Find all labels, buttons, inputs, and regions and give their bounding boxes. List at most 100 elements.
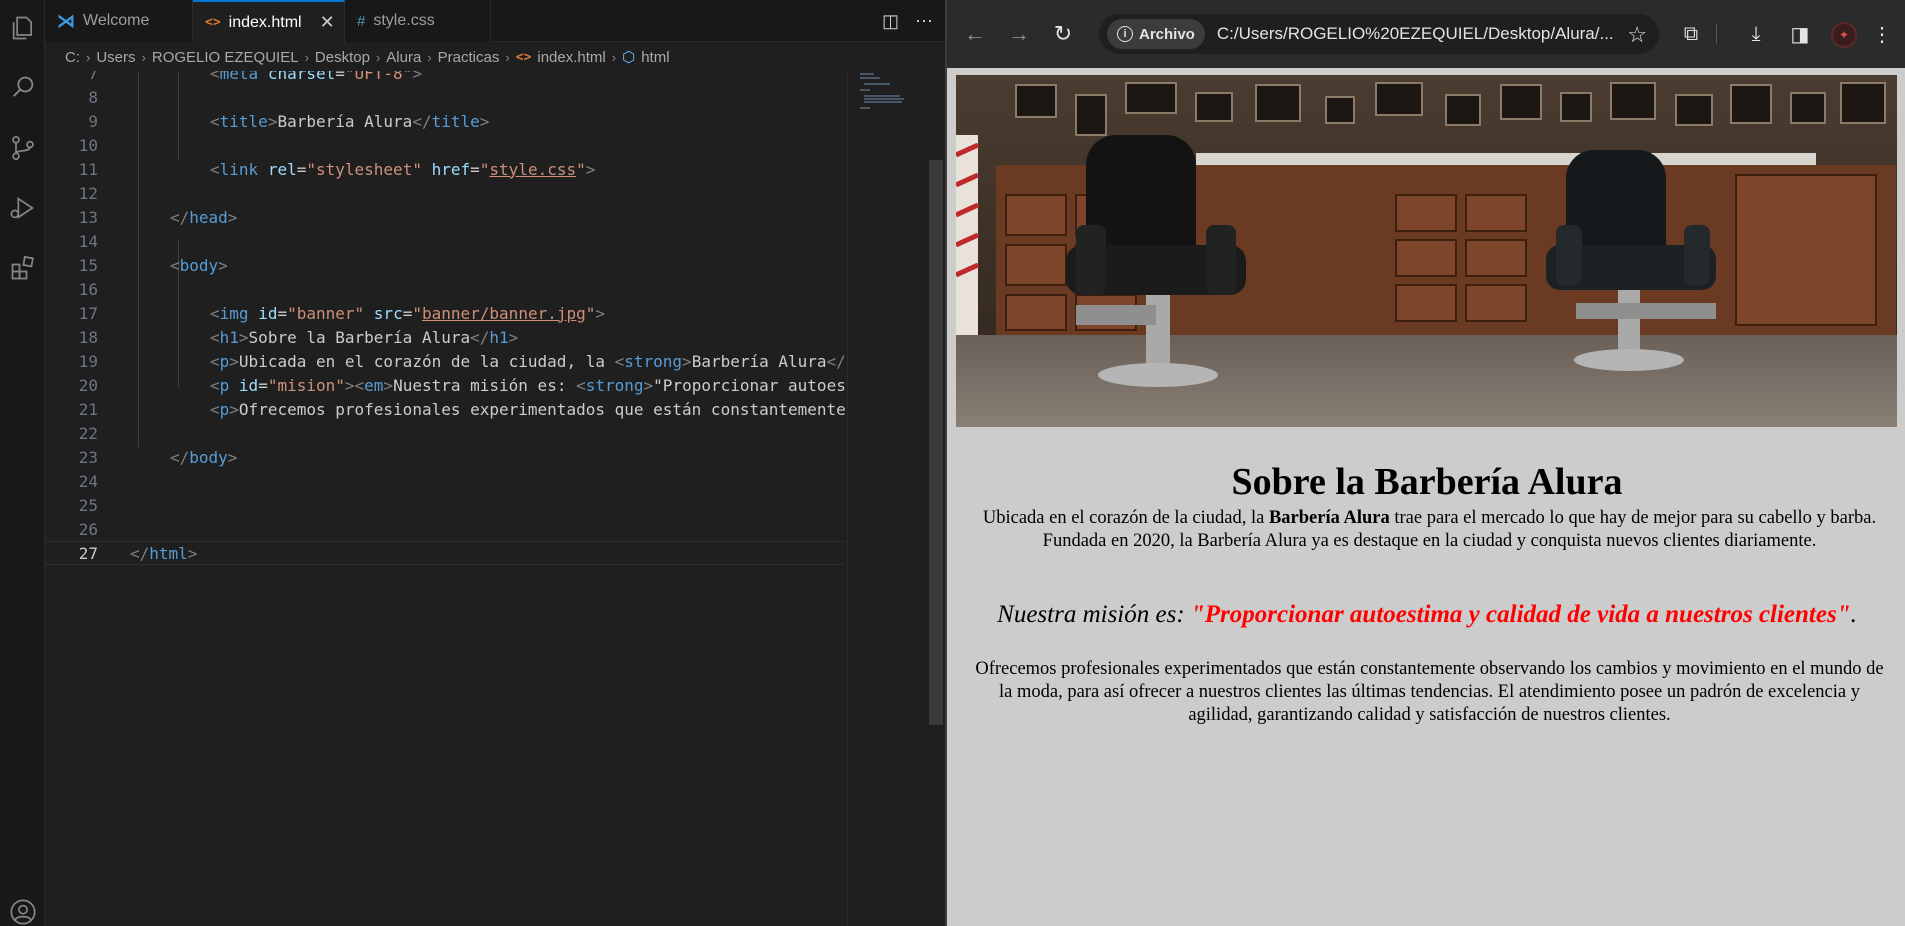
toolbar-divider bbox=[1716, 24, 1717, 44]
chevron-right-icon: › bbox=[427, 49, 432, 65]
breadcrumb-item[interactable]: Desktop bbox=[315, 49, 370, 66]
code-line: 7 <meta charset="UFT-8"> bbox=[45, 71, 845, 85]
html-file-icon: <> bbox=[205, 15, 221, 30]
chevron-right-icon: › bbox=[375, 49, 381, 65]
code-token: Ofrecemos profesionales experimentados q… bbox=[238, 399, 846, 419]
account-icon[interactable] bbox=[0, 890, 45, 926]
line-number: 25 bbox=[78, 495, 98, 515]
avatar[interactable]: ✦ bbox=[1831, 22, 1857, 48]
chevron-right-icon: › bbox=[86, 49, 91, 65]
editor-actions: ◫ ⋯ bbox=[882, 0, 933, 42]
editor-tabbar: ⋊ Welcome <> index.html ✕ # style.css ◫ … bbox=[45, 0, 945, 43]
more-actions-icon[interactable]: ⋯ bbox=[915, 11, 933, 32]
code-token: "UFT-8" bbox=[344, 71, 413, 83]
line-number: 8 bbox=[88, 87, 98, 107]
browser-window: ← → ↻ i Archivo C:/Users/ROGELIO%20EZEQU… bbox=[945, 0, 1905, 926]
chevron-right-icon: › bbox=[141, 49, 146, 65]
tab-style-css[interactable]: # style.css bbox=[345, 0, 491, 42]
explorer-icon[interactable] bbox=[0, 6, 45, 50]
line-number: 22 bbox=[78, 423, 98, 443]
site-info-chip[interactable]: i Archivo bbox=[1107, 19, 1205, 49]
breadcrumb-item[interactable]: index.html bbox=[537, 49, 605, 66]
info-icon: i bbox=[1117, 26, 1133, 42]
code-line: 20 <p id="mision"><em>Nuestra misión es: … bbox=[45, 373, 856, 397]
code-line: 15 <body> bbox=[45, 253, 845, 277]
line-number: 9 bbox=[88, 111, 98, 131]
breadcrumb-item[interactable]: ROGELIO EZEQUIEL bbox=[152, 49, 299, 66]
vscode-icon: ⋊ bbox=[57, 10, 75, 31]
bookmark-star-icon[interactable]: ☆ bbox=[1627, 22, 1647, 48]
line-number: 16 bbox=[78, 279, 98, 299]
line-number: 21 bbox=[78, 399, 98, 419]
tab-label: index.html bbox=[228, 13, 302, 31]
html-file-icon: <> bbox=[515, 49, 532, 65]
split-editor-icon[interactable]: ◫ bbox=[882, 11, 899, 32]
intro-paragraph: Ubicada en el corazón de la ciudad, la B… bbox=[967, 507, 1892, 553]
breadcrumb-item[interactable]: C: bbox=[65, 49, 80, 66]
line-number: 12 bbox=[78, 183, 98, 203]
code-token: Ubicada en el corazón de la ciudad, la bbox=[238, 351, 615, 371]
code-link[interactable]: style.css bbox=[489, 160, 576, 179]
code-line: 23 </body> bbox=[45, 445, 845, 469]
forward-icon[interactable]: → bbox=[1002, 17, 1036, 51]
line-number: 26 bbox=[78, 519, 98, 539]
minimap[interactable] bbox=[847, 71, 927, 926]
run-debug-icon[interactable] bbox=[0, 186, 45, 230]
extensions-puzzle-icon[interactable]: ⧉ bbox=[1674, 17, 1708, 51]
address-bar[interactable]: i Archivo C:/Users/ROGELIO%20EZEQUIEL/De… bbox=[1099, 14, 1659, 54]
code-line: 21 <p>Ofrecemos profesionales experimenta… bbox=[45, 397, 846, 421]
breadcrumb-item[interactable]: html bbox=[641, 49, 669, 66]
download-icon[interactable]: ⤓ bbox=[1739, 17, 1773, 51]
code-line: 9 <title>Barbería Alura</title> bbox=[45, 109, 845, 133]
code-line: 24 bbox=[45, 469, 845, 493]
code-line-current: 27 </html> bbox=[45, 541, 845, 565]
line-number: 24 bbox=[78, 471, 98, 491]
code-line: 16 bbox=[45, 277, 845, 301]
tab-welcome[interactable]: ⋊ Welcome bbox=[45, 0, 193, 42]
intro-strong: Barbería Alura bbox=[1268, 508, 1390, 528]
line-number: 18 bbox=[78, 327, 98, 347]
tab-index-html[interactable]: <> index.html ✕ bbox=[193, 0, 345, 43]
line-number: 27 bbox=[78, 543, 98, 563]
breadcrumb-item[interactable]: Alura bbox=[386, 49, 421, 66]
menu-kebab-icon[interactable]: ⋮ bbox=[1865, 17, 1899, 51]
site-info-label: Archivo bbox=[1139, 25, 1195, 43]
code-token: "banner" bbox=[287, 303, 365, 323]
close-icon[interactable]: ✕ bbox=[320, 12, 335, 33]
code-line: 26 bbox=[45, 517, 845, 541]
line-number: 17 bbox=[78, 303, 98, 323]
line-number: 20 bbox=[78, 375, 98, 395]
source-control-icon[interactable] bbox=[0, 126, 45, 170]
code-token: "mision" bbox=[267, 375, 345, 395]
breadcrumb-item[interactable]: Users bbox=[96, 49, 135, 66]
extensions-icon[interactable] bbox=[0, 246, 45, 290]
page-heading: Sobre la Barbería Alura bbox=[1231, 461, 1623, 503]
reload-icon[interactable]: ↻ bbox=[1046, 17, 1080, 51]
code-line: 19 <p>Ubicada en el corazón de la ciudad,… bbox=[45, 349, 846, 373]
line-number: 11 bbox=[78, 159, 98, 179]
editor-scrollbar[interactable] bbox=[929, 160, 943, 725]
code-token: Nuestra misión es: bbox=[393, 375, 577, 395]
code-token: Barbería Alura bbox=[277, 111, 413, 131]
code-link[interactable]: banner/banner.jpg bbox=[422, 304, 586, 323]
mission-statement: "Proporcionar autoestima y calidad de vi… bbox=[1190, 601, 1851, 628]
offer-paragraph: Ofrecemos profesionales experimentados q… bbox=[975, 659, 1884, 725]
code-line: 8 bbox=[45, 85, 845, 109]
code-token: Barbería Alura bbox=[691, 351, 827, 371]
back-icon[interactable]: ← bbox=[958, 17, 992, 51]
activity-bar bbox=[0, 0, 45, 926]
code-token: "Proporcionar autoest bbox=[653, 375, 856, 395]
side-panel-icon[interactable]: ◨ bbox=[1783, 17, 1817, 51]
breadcrumb-item[interactable]: Practicas bbox=[438, 49, 500, 66]
code-line: 25 bbox=[45, 493, 845, 517]
search-icon[interactable] bbox=[0, 66, 45, 110]
chevron-right-icon: › bbox=[611, 49, 617, 65]
chevron-right-icon: › bbox=[505, 49, 510, 65]
code-editor[interactable]: 7 <meta charset="UFT-8"> 8 9 <title>Barber… bbox=[45, 71, 945, 926]
url-text[interactable]: C:/Users/ROGELIO%20EZEQUIEL/Desktop/Alur… bbox=[1217, 24, 1614, 44]
line-number: 7 bbox=[88, 71, 98, 83]
tab-label: Welcome bbox=[83, 12, 150, 29]
tab-label: style.css bbox=[373, 12, 435, 29]
line-number: 23 bbox=[78, 447, 98, 467]
code-token: charset bbox=[267, 71, 336, 83]
